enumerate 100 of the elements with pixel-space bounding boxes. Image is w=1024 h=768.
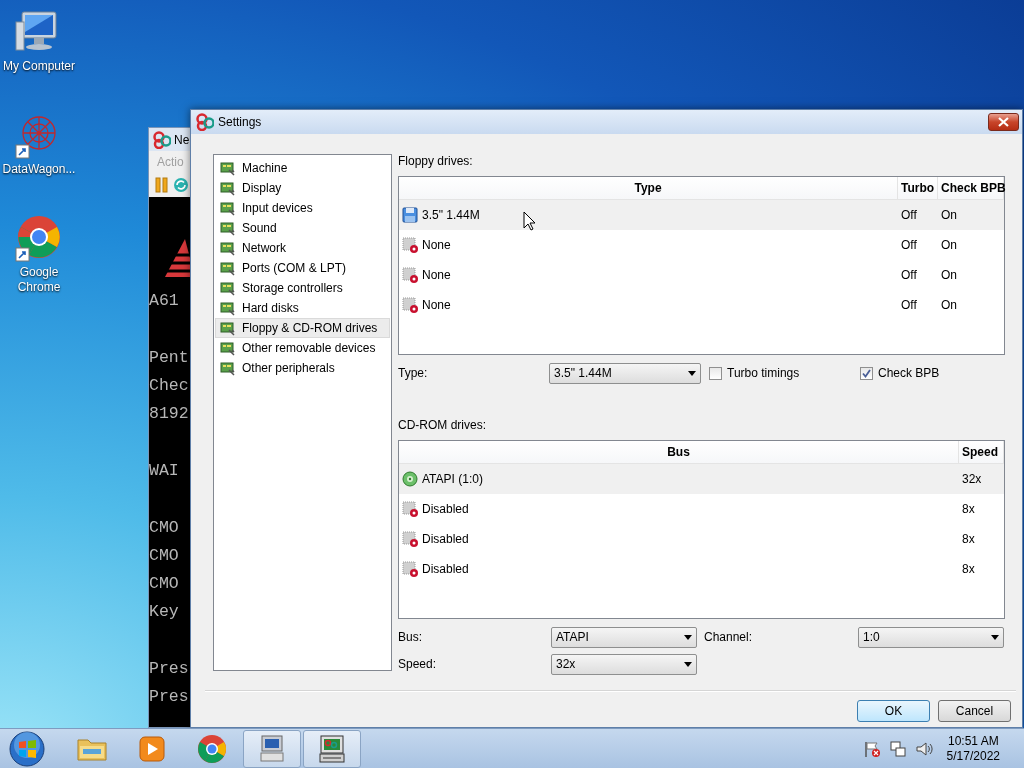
category-item[interactable]: Sound xyxy=(215,218,390,238)
section-label: CD-ROM drives: xyxy=(398,418,487,434)
category-item[interactable]: Storage controllers xyxy=(215,278,390,298)
table-cell-text: Disabled xyxy=(422,561,469,578)
item-label: Display xyxy=(242,180,282,197)
table-cell-text: 3.5" 1.44M xyxy=(422,207,480,224)
column-header[interactable]: Type xyxy=(399,177,898,199)
caret-icon xyxy=(684,661,692,667)
table-row[interactable]: None Off On xyxy=(399,290,1004,320)
table-cell-text: Off xyxy=(900,297,918,314)
console-text: Key xyxy=(149,601,180,623)
table-row[interactable]: Disabled 8x xyxy=(399,524,1004,554)
table-cell-text: None xyxy=(422,267,451,284)
taskbar-button[interactable] xyxy=(243,729,301,768)
table-row[interactable]: Disabled 8x xyxy=(399,494,1004,524)
section-label: Floppy drives: xyxy=(398,154,474,170)
console-text: Pent xyxy=(149,347,190,369)
table-cell-text: Off xyxy=(900,237,918,254)
type-dropdown[interactable]: 3.5" 1.44M xyxy=(549,362,701,384)
caret-icon xyxy=(684,634,692,640)
column-header[interactable]: Turbo xyxy=(898,177,938,199)
table-row[interactable]: None Off On xyxy=(399,260,1004,290)
icon-label[interactable]: My Computer xyxy=(1,59,77,74)
item-label: Hard disks xyxy=(242,300,299,317)
table-cell-text: None xyxy=(422,237,451,254)
category-item[interactable]: Ports (COM & LPT) xyxy=(215,258,390,278)
item-label: Sound xyxy=(242,220,277,237)
network-icon[interactable] xyxy=(888,739,907,758)
ok-button[interactable]: OK xyxy=(857,700,930,722)
field-label: Speed: xyxy=(398,656,438,673)
clock-time: 10:51 AM xyxy=(946,733,1000,749)
checkbox-label[interactable]: Turbo timings xyxy=(727,364,800,382)
console-text: Pres xyxy=(149,686,190,708)
close-button[interactable] xyxy=(988,113,1019,131)
channel-dropdown[interactable]: 1:0 xyxy=(858,626,1004,648)
table-cell-text: On xyxy=(940,297,958,314)
taskbar-button[interactable] xyxy=(303,729,361,768)
device-icon xyxy=(220,280,236,296)
table-cell-text: Off xyxy=(900,267,918,284)
table-row[interactable]: Disabled 8x xyxy=(399,554,1004,584)
device-icon xyxy=(220,320,236,336)
console-text: Chec xyxy=(149,375,190,397)
speed-dropdown[interactable]: 32x xyxy=(551,653,697,675)
window-title: Settings xyxy=(218,114,262,131)
console-text: CMO xyxy=(149,573,180,595)
category-item[interactable]: Other peripherals xyxy=(215,358,390,378)
disabled-drive-icon xyxy=(402,267,418,283)
clock[interactable]: 10:51 AM 5/17/2022 xyxy=(946,733,1000,764)
table-cell-text: ATAPI (1:0) xyxy=(422,471,483,488)
category-item[interactable]: Display xyxy=(215,178,390,198)
table-row[interactable]: ATAPI (1:0) 32x xyxy=(399,464,1004,494)
column-header[interactable]: Bus xyxy=(399,441,959,463)
table-cell-text: 8x xyxy=(961,561,976,578)
field-label: Channel: xyxy=(704,629,754,646)
table-row[interactable]: 3.5" 1.44M Off On xyxy=(399,200,1004,230)
column-header[interactable]: Speed xyxy=(959,441,1004,463)
table-cell-text: Off xyxy=(900,207,918,224)
item-label: Ports (COM & LPT) xyxy=(242,260,346,277)
device-icon xyxy=(220,220,236,236)
pause-icon[interactable] xyxy=(155,177,169,193)
category-item[interactable]: Hard disks xyxy=(215,298,390,318)
cancel-button[interactable]: Cancel xyxy=(938,700,1011,722)
disabled-drive-icon xyxy=(402,297,418,313)
category-item[interactable]: Machine xyxy=(215,158,390,178)
column-header[interactable]: Check BPB xyxy=(938,177,1004,199)
device-icon xyxy=(220,300,236,316)
checkbox[interactable] xyxy=(709,366,722,380)
checkbox[interactable] xyxy=(860,366,873,380)
table-row[interactable]: None Off On xyxy=(399,230,1004,260)
device-icon xyxy=(220,160,236,176)
table-cell-text: 8x xyxy=(961,531,976,548)
device-icon xyxy=(220,340,236,356)
console-text: WAI xyxy=(149,460,180,482)
table-cell-text: None xyxy=(422,297,451,314)
table-cell-text: Disabled xyxy=(422,531,469,548)
icon-label[interactable]: DataWagon... xyxy=(1,162,77,177)
bus-dropdown[interactable]: ATAPI xyxy=(551,626,697,648)
caret-icon xyxy=(688,370,696,376)
category-item[interactable]: Other removable devices xyxy=(215,338,390,358)
flag-icon[interactable] xyxy=(862,739,881,758)
field-label: Bus: xyxy=(398,629,423,646)
disabled-drive-icon xyxy=(402,531,418,547)
refresh-icon[interactable] xyxy=(173,177,189,193)
item-label: Input devices xyxy=(242,200,313,217)
table-cell-text: 8x xyxy=(961,501,976,518)
caret-icon xyxy=(991,634,999,640)
checkbox-label[interactable]: Check BPB xyxy=(878,364,940,382)
category-item[interactable]: Network xyxy=(215,238,390,258)
disabled-drive-icon xyxy=(402,561,418,577)
table-cell-text: On xyxy=(940,237,958,254)
speaker-icon[interactable] xyxy=(914,739,933,758)
device-icon xyxy=(220,200,236,216)
category-item[interactable]: Floppy & CD-ROM drives xyxy=(215,318,390,338)
clock-date: 5/17/2022 xyxy=(946,748,1000,764)
item-label: Storage controllers xyxy=(242,280,343,297)
device-icon xyxy=(220,180,236,196)
console-text: Pres xyxy=(149,658,190,680)
category-item[interactable]: Input devices xyxy=(215,198,390,218)
app-icon xyxy=(153,130,171,149)
disabled-drive-icon xyxy=(402,237,418,253)
